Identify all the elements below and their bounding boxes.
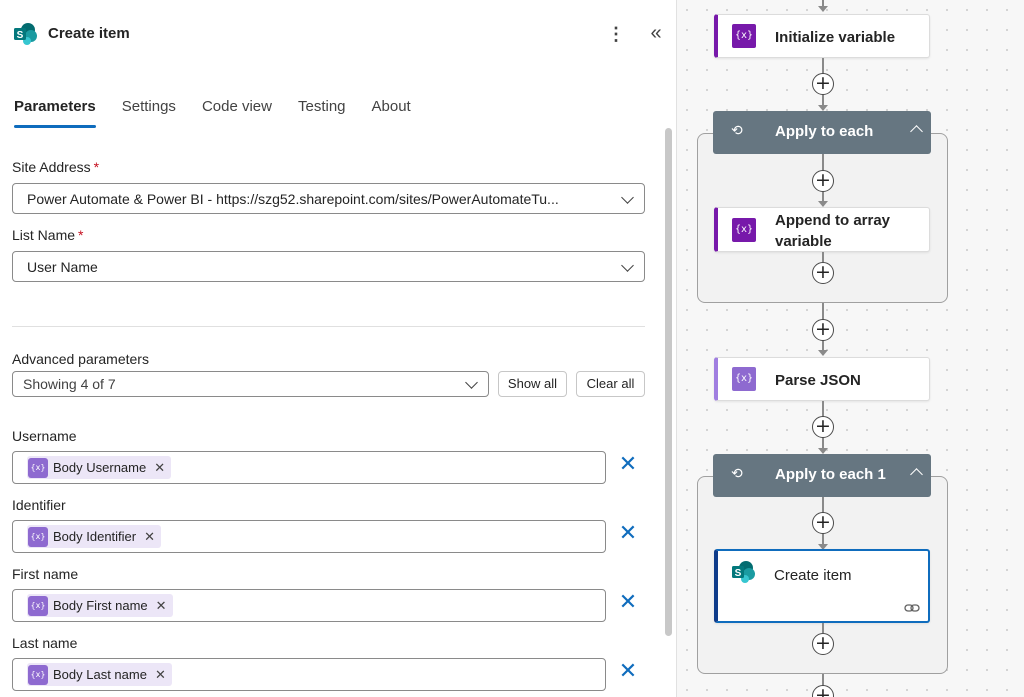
list-name-label-text: List Name [12,227,76,243]
scope-title: Apply to each 1 [775,466,886,483]
add-action-button[interactable]: + [812,512,834,534]
last-name-label: Last name [12,635,78,651]
chevron-up-icon[interactable] [910,468,923,481]
card-title: Initialize variable [775,29,896,46]
svg-text:S: S [735,568,742,579]
flow-designer-canvas[interactable]: {x} Initialize variable + ⟲ Apply to eac… [677,0,1024,697]
dynamic-content-token[interactable]: {x} Body Username ✕ [27,456,172,479]
clear-all-button[interactable]: Clear all [576,371,645,397]
variable-icon: {x} [732,218,756,242]
remove-token-icon[interactable]: ✕ [154,460,165,476]
variable-icon: {x} [28,595,48,616]
action-details-panel: S Create item ⋮ « Parameters Settings Co… [0,0,677,697]
advanced-parameters-dropdown[interactable]: Showing 4 of 7 [12,371,489,397]
variable-icon: {x} [28,526,48,547]
add-action-button[interactable]: + [812,633,834,655]
tab-testing[interactable]: Testing [298,96,346,130]
section-divider [12,326,645,327]
token-label: Body First name [53,598,148,613]
clear-username-icon[interactable]: ✕ [616,452,640,476]
clear-first-name-icon[interactable]: ✕ [616,590,640,614]
clear-identifier-icon[interactable]: ✕ [616,521,640,545]
advanced-parameters-value: Showing 4 of 7 [23,376,116,392]
add-action-button[interactable]: + [812,685,834,697]
card-title-line-2: variable [775,233,832,250]
sharepoint-icon: S [14,23,37,45]
card-title: Append to array variable [775,210,890,252]
data-operation-icon: {x} [732,367,756,391]
apply-to-each-1-header[interactable]: ⟲ Apply to each 1 [713,454,931,497]
connector-arrow [818,6,828,12]
dynamic-content-token[interactable]: {x} Body First name ✕ [27,594,173,617]
tab-about[interactable]: About [372,96,411,130]
required-mark: * [78,227,84,243]
identifier-input[interactable]: {x} Body Identifier ✕ [12,520,606,553]
panel-header: S Create item ⋮ « [0,0,677,70]
advanced-parameters-label: Advanced parameters [12,351,149,367]
dynamic-content-token[interactable]: {x} Body Identifier ✕ [27,525,162,548]
site-address-dropdown[interactable]: Power Automate & Power BI - https://szg5… [12,183,645,214]
panel-tabs: Parameters Settings Code view Testing Ab… [14,96,437,132]
tab-parameters[interactable]: Parameters [14,96,96,130]
more-options-icon[interactable]: ⋮ [606,22,626,46]
site-address-value: Power Automate & Power BI - https://szg5… [27,191,559,207]
list-name-value: User Name [27,259,98,275]
last-name-input[interactable]: {x} Body Last name ✕ [12,658,606,691]
add-action-button[interactable]: + [812,416,834,438]
svg-text:S: S [17,30,24,41]
username-input[interactable]: {x} Body Username ✕ [12,451,606,484]
sharepoint-icon: S [732,561,755,583]
variable-icon: {x} [28,664,48,685]
chevron-down-icon [465,376,478,389]
panel-scrollbar[interactable] [665,128,672,636]
identifier-label: Identifier [12,497,66,513]
required-mark: * [93,159,100,175]
first-name-label: First name [12,566,79,582]
tab-settings[interactable]: Settings [122,96,176,130]
token-label: Body Last name [53,667,147,682]
card-title: Create item [774,567,852,584]
connector-arrow [818,350,828,356]
username-label: Username [12,428,77,444]
remove-token-icon[interactable]: ✕ [156,598,167,614]
add-action-button[interactable]: + [812,319,834,341]
create-item-card[interactable]: S Create item [714,549,930,623]
loop-icon: ⟲ [731,123,743,139]
list-name-dropdown[interactable]: User Name [12,251,645,282]
link-icon [904,604,920,612]
add-action-button[interactable]: + [812,170,834,192]
scope-title: Apply to each [775,123,874,140]
token-label: Body Username [53,460,147,475]
apply-to-each-header[interactable]: ⟲ Apply to each [713,111,931,154]
card-title: Parse JSON [775,372,861,389]
collapse-panel-icon[interactable]: « [644,22,668,46]
chevron-down-icon [621,259,634,272]
remove-token-icon[interactable]: ✕ [155,667,166,683]
card-title-line-1: Append to array [775,212,891,229]
chevron-down-icon [621,191,634,204]
parse-json-card[interactable]: {x} Parse JSON [714,357,930,401]
panel-title: Create item [48,25,130,42]
remove-token-icon[interactable]: ✕ [144,529,155,545]
add-action-button[interactable]: + [812,73,834,95]
variable-icon: {x} [732,24,756,48]
append-to-array-variable-card[interactable]: {x} Append to array variable [714,207,930,252]
loop-icon: ⟲ [731,466,743,482]
clear-last-name-icon[interactable]: ✕ [616,659,640,683]
site-address-label: Site Address * [12,159,99,175]
dynamic-content-token[interactable]: {x} Body Last name ✕ [27,663,172,686]
first-name-input[interactable]: {x} Body First name ✕ [12,589,606,622]
site-address-label-text: Site Address [12,159,91,175]
show-all-button[interactable]: Show all [498,371,567,397]
variable-icon: {x} [28,457,48,478]
list-name-label: List Name * [12,227,83,243]
initialize-variable-card[interactable]: {x} Initialize variable [714,14,930,58]
add-action-button[interactable]: + [812,262,834,284]
chevron-up-icon[interactable] [910,125,923,138]
token-label: Body Identifier [53,529,137,544]
tab-code-view[interactable]: Code view [202,96,272,130]
